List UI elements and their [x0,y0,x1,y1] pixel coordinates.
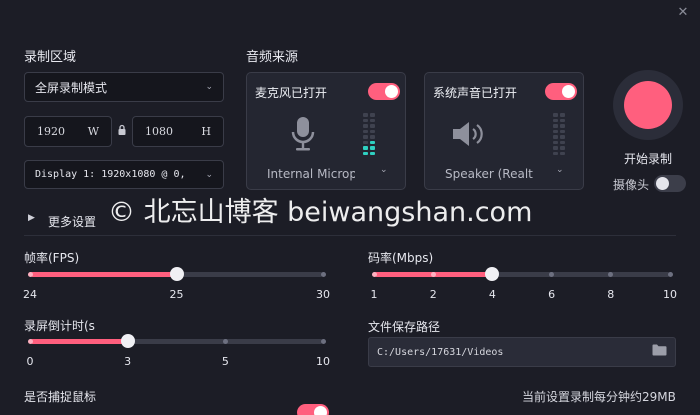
bitrate-label: 码率(Mbps) [368,251,434,265]
height-unit: H [201,125,211,138]
bitrate-tick [371,272,377,277]
fps-slider[interactable] [27,267,326,281]
save-path-field[interactable]: C:/Users/17631/Videos [368,337,676,367]
countdown-tick-label: 5 [221,355,229,368]
audio-source-title: 音频来源 [246,50,299,65]
lock-icon[interactable] [117,124,127,136]
bitrate-slider-thumb[interactable] [485,267,500,281]
fps-tick-labels: 24 25 30 [23,288,330,302]
recording-mode-select[interactable]: 全屏录制模式 ⌄ [24,72,224,102]
countdown-tick [27,339,33,344]
system-audio-level-meter [553,113,565,155]
bitrate-tick-labels: 1 2 4 6 8 10 [370,288,678,302]
microphone-toggle[interactable] [368,83,400,100]
width-value: 1920 [37,125,65,138]
fps-tick [27,272,33,277]
countdown-tick-label: 0 [26,355,34,368]
capture-cursor-label: 是否捕捉鼠标 [24,390,97,404]
microphone-device-label: Internal Microp [267,167,355,181]
system-audio-device-label: Speaker (Realte [445,167,533,181]
microphone-icon [289,115,317,153]
display-value: Display 1: 1920x1080 @ 0, [35,169,186,180]
fps-tick-label: 25 [169,288,184,301]
close-icon[interactable]: ✕ [672,4,694,22]
countdown-slider[interactable] [27,334,326,348]
bitrate-tick [430,272,436,277]
bitrate-tick-label: 6 [548,288,556,301]
folder-icon[interactable] [652,344,667,360]
bitrate-tick-label: 1 [370,288,378,301]
microphone-status-label: 麦克风已打开 [255,86,328,100]
display-select[interactable]: Display 1: 1920x1080 @ 0, ⌄ [24,160,224,189]
camera-label: 摄像头 [613,178,650,192]
system-audio-toggle[interactable] [545,83,577,100]
countdown-tick-label: 3 [124,355,132,368]
bitrate-tick-label: 10 [663,288,677,301]
chevron-down-icon[interactable]: ⌄ [556,165,564,175]
save-path-value: C:/Users/17631/Videos [377,346,504,358]
camera-toggle[interactable] [654,175,686,192]
bitrate-tick-label: 4 [488,288,496,301]
system-audio-card: 系统声音已打开 Speaker (Realte ⌄ [424,72,584,190]
bitrate-tick [667,272,673,277]
start-recording-label: 开始录制 [624,152,673,166]
system-audio-status-label: 系统声音已打开 [433,86,518,100]
microphone-level-meter [363,113,375,155]
record-icon [624,81,672,129]
width-input[interactable]: 1920 W [24,116,112,147]
height-value: 1080 [145,125,173,138]
countdown-tick [320,339,326,344]
size-estimate-text: 当前设置录制每分钟约29MB [522,390,676,404]
bitrate-slider[interactable] [371,267,673,281]
bitrate-tick-label: 2 [429,288,437,301]
expand-triangle-icon[interactable]: ▶ [28,213,35,223]
fps-tick [320,272,326,277]
countdown-tick [222,339,228,344]
microphone-card: 麦克风已打开 Internal Microp ⌄ [246,72,406,190]
start-recording-button[interactable] [613,70,683,140]
countdown-tick-label: 10 [316,355,330,368]
fps-tick-label: 30 [316,288,330,301]
divider [24,235,676,236]
width-unit: W [87,125,99,138]
fps-slider-thumb[interactable] [169,267,184,281]
countdown-label: 录屏倒计时(s [24,319,95,333]
chevron-down-icon: ⌄ [205,82,213,92]
fps-tick-label: 24 [23,288,37,301]
chevron-down-icon: ⌄ [205,169,213,180]
height-input[interactable]: 1080 H [132,116,224,147]
countdown-slider-thumb[interactable] [120,334,135,348]
speaker-icon [451,119,487,149]
recording-area-title: 录制区域 [24,50,77,65]
capture-cursor-toggle[interactable] [297,404,329,415]
recording-mode-value: 全屏录制模式 [35,80,108,95]
chevron-down-icon[interactable]: ⌄ [380,165,388,175]
bitrate-tick-label: 8 [607,288,615,301]
fps-label: 帧率(FPS) [24,251,80,265]
countdown-tick-labels: 0 3 5 10 [26,355,331,369]
watermark-text: © 北忘山博客 beiwangshan.com [108,197,533,228]
save-path-label: 文件保存路径 [368,320,441,334]
more-settings-toggle[interactable]: 更多设置 [48,213,96,230]
